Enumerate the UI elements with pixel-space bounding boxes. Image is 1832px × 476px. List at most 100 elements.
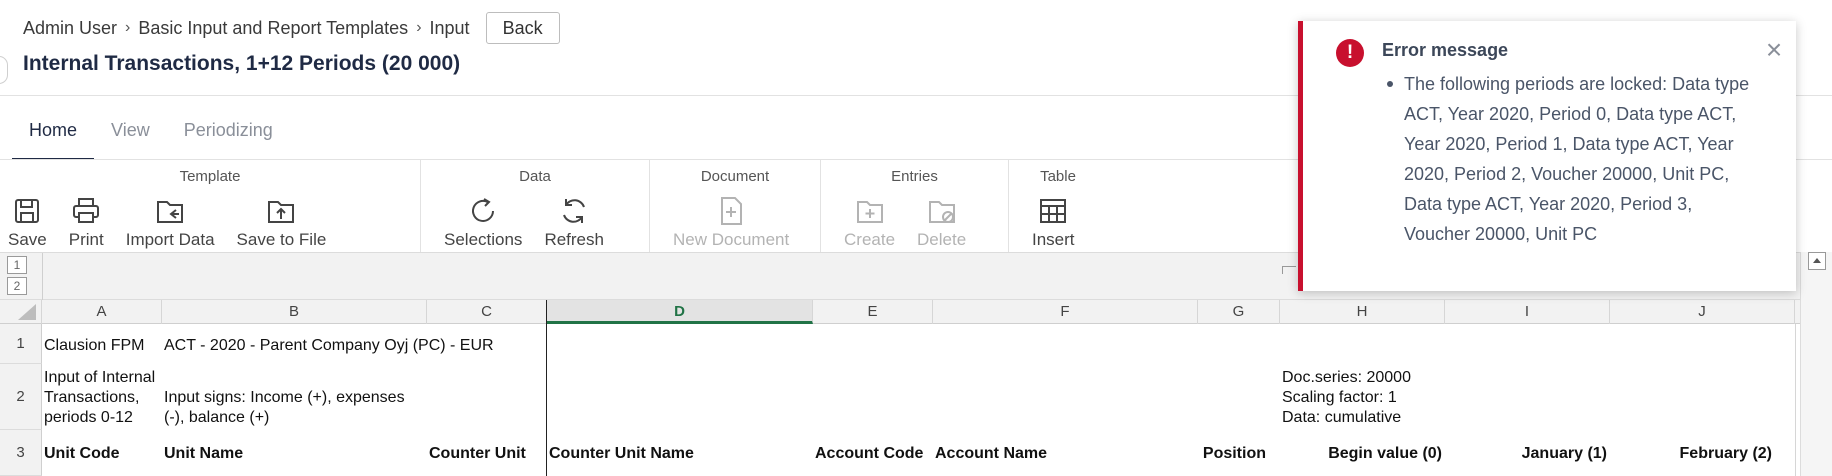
refresh-label: Refresh bbox=[544, 230, 604, 249]
cell-i3[interactable]: January (1) bbox=[1445, 444, 1607, 464]
ribbon-group-data: Data Selections Refresh bbox=[421, 160, 650, 252]
cell-d3[interactable]: Counter Unit Name bbox=[549, 444, 694, 464]
folder-delete-icon bbox=[928, 201, 955, 223]
create-label: Create bbox=[844, 230, 896, 249]
select-all-corner[interactable] bbox=[0, 300, 42, 324]
column-header-a[interactable]: A bbox=[42, 300, 162, 324]
cell-h3[interactable]: Begin value (0) bbox=[1280, 444, 1442, 464]
breadcrumb-item-templates[interactable]: Basic Input and Report Templates bbox=[138, 18, 408, 39]
rotate-icon bbox=[472, 198, 495, 222]
frozen-pane-divider bbox=[546, 300, 547, 476]
breadcrumb-item-input: Input bbox=[429, 17, 470, 38]
cell-a3[interactable]: Unit Code bbox=[44, 444, 120, 464]
toast-message: The following periods are locked: Data t… bbox=[1382, 69, 1752, 249]
new-document-icon bbox=[721, 197, 743, 225]
delete-button[interactable]: Delete bbox=[906, 194, 977, 250]
tab-home[interactable]: Home bbox=[12, 110, 95, 160]
row-header-3[interactable]: 3 bbox=[0, 430, 42, 476]
row-header-1[interactable]: 1 bbox=[0, 324, 42, 364]
selections-label: Selections bbox=[444, 230, 523, 249]
close-icon[interactable]: × bbox=[1763, 36, 1785, 64]
print-button[interactable]: Print bbox=[58, 194, 115, 250]
cell-a2[interactable]: Input of Internal Transactions, periods … bbox=[44, 368, 162, 428]
cell-a1[interactable]: Clausion FPM bbox=[44, 336, 144, 356]
column-header-i[interactable]: I bbox=[1445, 300, 1610, 324]
group-title: Document bbox=[700, 168, 770, 185]
folder-add-icon bbox=[856, 201, 883, 223]
outline-divider bbox=[42, 253, 43, 301]
error-icon: ! bbox=[1336, 39, 1364, 67]
group-title: Template bbox=[179, 168, 241, 185]
ribbon-group-template: Template Save Print Import Data Save to … bbox=[0, 160, 421, 252]
chevron-right-icon: › bbox=[125, 19, 131, 36]
insert-label: Insert bbox=[1032, 230, 1075, 249]
save-icon bbox=[15, 199, 40, 223]
refresh-button[interactable]: Refresh bbox=[533, 194, 615, 250]
table-icon bbox=[1040, 199, 1067, 223]
selections-button[interactable]: Selections bbox=[433, 194, 533, 250]
outline-bracket bbox=[1282, 266, 1296, 274]
column-header-e[interactable]: E bbox=[813, 300, 933, 324]
printer-icon bbox=[73, 198, 100, 223]
toast-title: Error message bbox=[1382, 40, 1509, 60]
column-header-g[interactable]: G bbox=[1198, 300, 1280, 324]
cell-g3[interactable]: Position bbox=[1198, 444, 1266, 464]
cell-h2-scaling-factor[interactable]: Scaling factor: 1 bbox=[1282, 388, 1397, 408]
group-title: Table bbox=[1040, 168, 1076, 185]
error-toast: ! Error message × The following periods … bbox=[1298, 21, 1796, 291]
import-data-button[interactable]: Import Data bbox=[115, 194, 226, 250]
ribbon-tabs: Home View Periodizing bbox=[12, 110, 290, 160]
column-header-j[interactable]: J bbox=[1610, 300, 1795, 324]
new-document-label: New Document bbox=[673, 230, 790, 249]
import-data-label: Import Data bbox=[125, 230, 215, 249]
cell-b2[interactable]: Input signs: Income (+), expenses (-), b… bbox=[164, 388, 424, 428]
save-label: Save bbox=[8, 230, 47, 249]
row-header-2[interactable]: 2 bbox=[0, 364, 42, 430]
cell-c3[interactable]: Counter Unit bbox=[429, 444, 526, 464]
delete-label: Delete bbox=[917, 230, 967, 249]
folder-export-icon bbox=[268, 201, 295, 223]
cell-e3[interactable]: Account Code bbox=[815, 444, 923, 464]
tab-view[interactable]: View bbox=[94, 110, 167, 160]
save-to-file-label: Save to File bbox=[236, 230, 327, 249]
cell-h2-data-type[interactable]: Data: cumulative bbox=[1282, 408, 1401, 428]
ribbon-group-entries: Entries Create Delete bbox=[821, 160, 1009, 252]
scroll-up-arrow-icon[interactable] bbox=[1808, 252, 1826, 270]
create-button[interactable]: Create bbox=[833, 194, 906, 250]
column-header-c[interactable]: C bbox=[427, 300, 547, 324]
toast-message-list: The following periods are locked: Data t… bbox=[1382, 69, 1752, 249]
sidebar-toggle[interactable] bbox=[0, 56, 8, 84]
new-document-button[interactable]: New Document bbox=[662, 194, 800, 250]
page-title: Internal Transactions, 1+12 Periods (20 … bbox=[23, 52, 461, 75]
ribbon-toolbar: Template Save Print Import Data Save to … bbox=[0, 160, 1107, 252]
column-header-d[interactable]: D bbox=[547, 300, 813, 324]
tab-periodizing[interactable]: Periodizing bbox=[167, 110, 290, 160]
folder-import-icon bbox=[157, 201, 184, 223]
chevron-right-icon: › bbox=[416, 19, 422, 36]
group-title: Data bbox=[519, 168, 551, 185]
vertical-scrollbar[interactable] bbox=[1800, 252, 1832, 476]
save-button[interactable]: Save bbox=[0, 194, 58, 250]
ribbon-group-table: Table Insert bbox=[1009, 160, 1107, 252]
print-label: Print bbox=[68, 230, 104, 249]
cell-b1[interactable]: ACT - 2020 - Parent Company Oyj (PC) - E… bbox=[164, 336, 494, 356]
column-divider bbox=[1795, 324, 1796, 476]
back-button[interactable]: Back bbox=[485, 12, 560, 44]
breadcrumb: Admin User › Basic Input and Report Temp… bbox=[23, 12, 560, 44]
column-header-f[interactable]: F bbox=[933, 300, 1198, 324]
refresh-icon bbox=[563, 199, 586, 223]
outline-level-1-button[interactable]: 1 bbox=[7, 256, 27, 274]
cell-b3[interactable]: Unit Name bbox=[164, 444, 243, 464]
ribbon-group-document: Document New Document bbox=[650, 160, 821, 252]
cell-j3[interactable]: February (2) bbox=[1610, 444, 1772, 464]
save-to-file-button[interactable]: Save to File bbox=[226, 194, 338, 250]
outline-level-2-button[interactable]: 2 bbox=[7, 277, 27, 295]
column-header-row: A B C D E F G H I J bbox=[0, 300, 1800, 324]
column-header-h[interactable]: H bbox=[1280, 300, 1445, 324]
insert-button[interactable]: Insert bbox=[1021, 194, 1086, 250]
cell-f3[interactable]: Account Name bbox=[935, 444, 1047, 464]
group-title: Entries bbox=[891, 168, 938, 185]
cell-h2-doc-series[interactable]: Doc.series: 20000 bbox=[1282, 368, 1411, 388]
breadcrumb-item-admin-user[interactable]: Admin User bbox=[23, 18, 117, 39]
column-header-b[interactable]: B bbox=[162, 300, 427, 324]
